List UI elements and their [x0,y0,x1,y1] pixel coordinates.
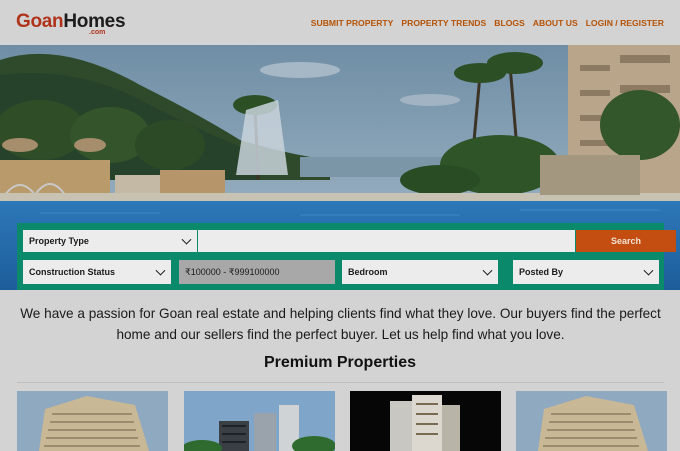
construction-status-label: Construction Status [29,267,116,277]
chevron-down-icon [643,265,654,276]
logo-domain: .com [89,29,106,36]
construction-status-select[interactable]: Construction Status [23,260,171,284]
property-image [17,391,168,451]
price-range-value: ₹100000 - ₹999100000 [185,266,280,277]
property-card[interactable] [350,391,501,451]
bedroom-label: Bedroom [348,267,388,277]
price-range-field[interactable]: ₹100000 - ₹999100000 [179,260,335,284]
logo-text-goan: Goan [16,11,64,32]
property-card[interactable] [17,391,168,451]
nav-submit-property[interactable]: SUBMIT PROPERTY [311,18,394,28]
nav-blogs[interactable]: BLOGS [494,18,525,28]
main-nav: SUBMIT PROPERTY PROPERTY TRENDS BLOGS AB… [311,18,664,28]
bedroom-select[interactable]: Bedroom [342,260,498,284]
property-image [516,391,667,451]
chevron-down-icon [181,234,192,245]
intro-text: We have a passion for Goan real estate a… [20,306,661,342]
property-card[interactable] [516,391,667,451]
property-search-panel: Property Type Search Construction Status… [17,223,676,290]
property-image [184,391,335,451]
property-type-label: Property Type [29,236,89,246]
chevron-down-icon [482,265,493,276]
site-header: GoanHomes .com SUBMIT PROPERTY PROPERTY … [0,0,680,45]
search-button[interactable]: Search [576,230,676,252]
nav-login-register[interactable]: LOGIN / REGISTER [586,18,664,28]
property-type-select[interactable]: Property Type [23,230,197,252]
posted-by-select[interactable]: Posted By [513,260,659,284]
property-image [350,391,501,451]
nav-property-trends[interactable]: PROPERTY TRENDS [401,18,486,28]
posted-by-label: Posted By [519,267,564,277]
search-input[interactable] [198,230,575,252]
site-logo[interactable]: GoanHomes [16,11,126,32]
nav-about-us[interactable]: ABOUT US [533,18,578,28]
section-divider [17,382,664,383]
chevron-down-icon [155,265,166,276]
premium-properties-heading: Premium Properties [263,354,417,371]
property-card[interactable] [184,391,335,451]
